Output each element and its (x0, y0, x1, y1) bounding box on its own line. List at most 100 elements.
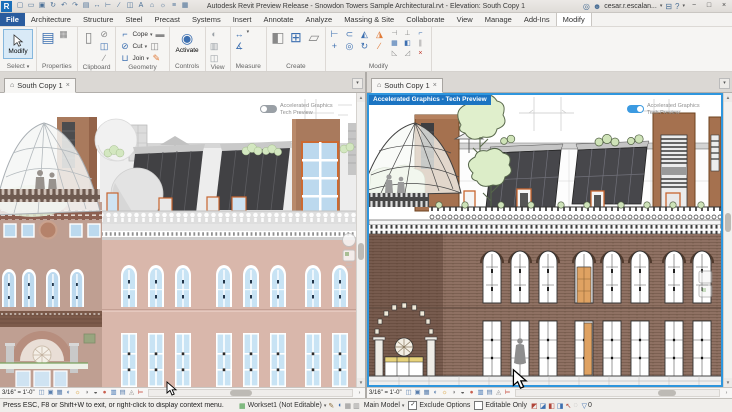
align-icon[interactable]: ⊢ (329, 29, 340, 40)
view-tab-south-copy-1-left[interactable]: ⌂ South Copy 1 × (4, 78, 76, 93)
new-file-icon[interactable]: ▢ (15, 1, 25, 11)
cut-extra-icon[interactable]: ◫ (149, 41, 160, 52)
analytical-model-icon[interactable]: ◬ (128, 389, 136, 397)
detail-level-icon[interactable]: ▦ (423, 389, 431, 397)
user-menu-chevron-icon[interactable]: ▾ (660, 3, 663, 9)
tab-manage[interactable]: Manage (479, 13, 518, 26)
measure-between-icon[interactable]: ↔ (234, 29, 245, 40)
match-type-icon[interactable]: ∕ (99, 53, 110, 64)
accelerated-graphics-toggle-right[interactable]: Accelerated GraphicsTech Preview (627, 103, 700, 116)
tab-insert[interactable]: Insert (227, 13, 258, 26)
selection-filter[interactable]: ▽ 0 (582, 402, 592, 410)
mirror-draw-icon[interactable]: ◮ (374, 29, 385, 40)
tab-add-ins[interactable]: Add-Ins (518, 13, 556, 26)
scroll-down-arrow[interactable]: ▼ (724, 378, 732, 387)
text-icon[interactable]: A (136, 1, 146, 11)
detail-level-icon[interactable]: ▦ (56, 389, 64, 397)
tab-architecture[interactable]: Architecture (25, 13, 77, 26)
cut-tool[interactable]: ⊘ Cut▾ ◫ (119, 41, 165, 52)
selection-reset-icon[interactable]: ◌ (573, 402, 577, 410)
close-view-icon[interactable]: × (433, 82, 437, 89)
cope-extra-icon[interactable]: ▬ (155, 29, 166, 40)
temporary-view-properties-icon[interactable]: ▤ (486, 389, 494, 397)
visual-style-icon[interactable]: ◐ (432, 389, 440, 397)
split-element-icon[interactable]: ⊣ (390, 29, 399, 38)
hidden-line-icon[interactable]: ▥ (209, 41, 220, 52)
design-option-chevron-icon[interactable]: ▾ (402, 403, 405, 409)
vertical-scrollbar-left[interactable]: ▲ ▼ (356, 93, 365, 387)
print-icon[interactable]: ▤ (81, 1, 91, 11)
save-icon[interactable]: ▣ (37, 1, 47, 11)
cope-tool[interactable]: ⌐ Cope▾ ▬ (119, 29, 165, 40)
redo-icon[interactable]: ↷ (70, 1, 80, 11)
workset-selector[interactable]: ▦ Workset1 (Not Editable) ▾ ✎ (239, 402, 334, 410)
create-parts-icon[interactable]: ◧ (270, 29, 286, 45)
reveal-constraints-icon[interactable]: ⊨ (504, 389, 512, 397)
view-tab-south-copy-1-right[interactable]: ⌂ South Copy 1 × (371, 78, 443, 93)
scale-tool-icon[interactable]: ◧ (403, 39, 412, 48)
visual-style-icon[interactable]: ◐ (65, 389, 73, 397)
undo-icon[interactable]: ↶ (59, 1, 69, 11)
unpin-icon[interactable]: ▦ (390, 39, 399, 48)
panel-label-select[interactable]: Select ▾ (3, 63, 33, 71)
scroll-thumb[interactable] (358, 243, 364, 260)
editable-toggle-icon[interactable]: ✎ (328, 402, 334, 410)
copy-icon[interactable]: ◎ (344, 41, 355, 52)
properties-palette-icon[interactable]: ▤ (40, 29, 56, 45)
create-assembly-icon[interactable]: ⊞ (288, 29, 304, 45)
tab-analyze[interactable]: Analyze (300, 13, 339, 26)
exclude-options-checkbox[interactable]: ✓ Exclude Options (408, 401, 470, 410)
horizontal-scrollbar-left[interactable] (148, 389, 353, 397)
horizontal-scrollbar-right[interactable] (515, 389, 720, 397)
tab-systems[interactable]: Systems (186, 13, 227, 26)
scroll-up-arrow[interactable]: ▲ (357, 93, 365, 102)
tab-annotate[interactable]: Annotate (257, 13, 299, 26)
tab-overflow-button[interactable]: ▾ (352, 78, 363, 89)
view-scale[interactable]: 3/16" = 1'-0" (2, 390, 35, 396)
reveal-constraints-icon[interactable]: ⊨ (137, 389, 145, 397)
analytical-model-icon[interactable]: ◬ (495, 389, 503, 397)
measure-angle-icon[interactable]: ∡ (234, 41, 245, 52)
temporary-view-properties-icon[interactable]: ▤ (119, 389, 127, 397)
tab-collaborate[interactable]: Collaborate (400, 13, 450, 26)
scroll-down-arrow[interactable]: ▼ (357, 378, 365, 387)
temporary-hide-isolate-icon[interactable]: ◒ (92, 389, 100, 397)
delete-icon[interactable]: × (416, 49, 425, 58)
default-3d-view-icon[interactable]: ⌂ (147, 1, 157, 11)
design-option-selector[interactable]: Main Model ▾ (364, 402, 405, 409)
shadows-icon[interactable]: ◑ (450, 389, 458, 397)
minimize-button[interactable]: − (688, 1, 700, 11)
help-menu-chevron-icon[interactable]: ▾ (682, 3, 685, 9)
open-file-icon[interactable]: ▭ (26, 1, 36, 11)
worksharing-display-icon[interactable]: ▥ (110, 389, 118, 397)
sun-path-icon[interactable]: ☼ (74, 389, 82, 397)
split-gap-icon[interactable]: ⊥ (403, 29, 412, 38)
default-view-icon[interactable]: ◐ (209, 29, 220, 40)
close-button[interactable]: × (718, 1, 730, 11)
model-line-icon[interactable]: ∕ (114, 1, 124, 11)
worksharing-display-icon[interactable]: ▥ (477, 389, 485, 397)
editable-only-checkbox[interactable]: Editable Only (474, 401, 527, 410)
vertical-scrollbar-right[interactable]: ▲ ▼ (723, 93, 732, 387)
scroll-up-arrow[interactable]: ▲ (724, 93, 732, 102)
cut-to-clipboard-icon[interactable]: ⊘ (99, 29, 110, 40)
active-option-grid-icon[interactable]: ▦ (344, 402, 351, 410)
switch-windows-icon[interactable]: ▦ (180, 1, 190, 11)
mirror-axis-icon[interactable]: ◭ (359, 29, 370, 40)
restore-button[interactable]: □ (703, 1, 715, 11)
sun-path-icon[interactable]: ☼ (441, 389, 449, 397)
revit-app-icon[interactable]: R (1, 1, 12, 12)
array-icon[interactable]: ∥ (416, 39, 425, 48)
create-group-icon[interactable]: ▱ (306, 29, 322, 45)
activate-controls-button[interactable]: ◉ Activate (173, 29, 202, 55)
show-crop-region-icon[interactable]: ▣ (414, 389, 422, 397)
elevation-drawing-accelerated[interactable] (369, 95, 721, 385)
toggle-pill-on[interactable] (627, 105, 644, 113)
design-options-icon[interactable]: ◐ (338, 402, 342, 409)
accelerated-graphics-toggle-left[interactable]: Accelerated GraphicsTech Preview (260, 103, 333, 116)
scroll-thumb[interactable] (230, 390, 252, 396)
offset-icon[interactable]: ⊂ (344, 29, 355, 40)
close-view-icon[interactable]: ◫ (209, 53, 220, 64)
tab-precast[interactable]: Precast (149, 13, 186, 26)
scroll-right-arrow[interactable]: › (723, 390, 730, 396)
